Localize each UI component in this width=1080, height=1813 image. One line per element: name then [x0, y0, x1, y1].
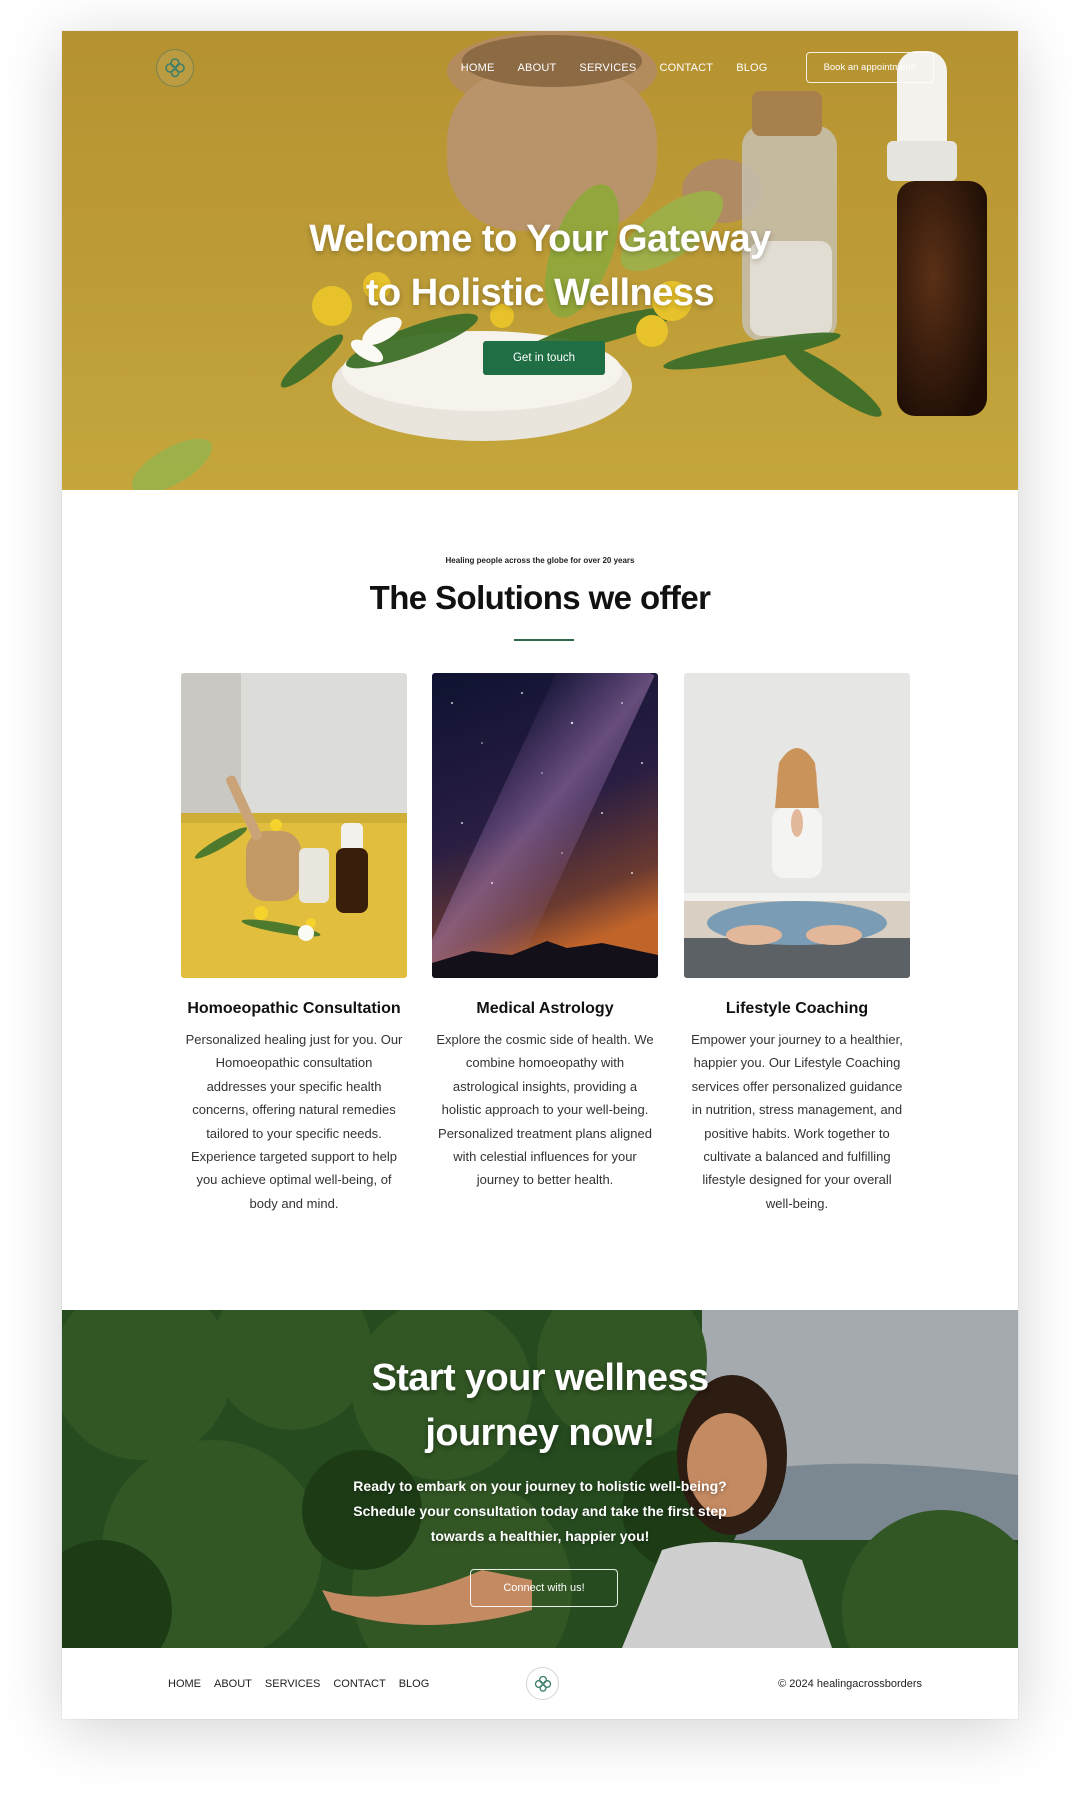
footer-nav-home[interactable]: HOME	[168, 1678, 201, 1690]
footer: HOME ABOUT SERVICES CONTACT BLOG © 2024 …	[62, 1648, 1018, 1719]
card-title: Medical Astrology	[476, 1000, 614, 1017]
cta-text-line-2: Schedule your consultation today and tak…	[353, 1503, 727, 1519]
solutions-eyebrow: Healing people across the globe for over…	[445, 556, 635, 565]
logo[interactable]	[156, 49, 194, 87]
clover-logo-icon	[534, 1675, 551, 1692]
hero-title-line-1: Welcome to Your Gateway	[309, 218, 771, 260]
title-divider	[514, 639, 574, 641]
nav-blog[interactable]: BLOG	[736, 62, 767, 74]
get-in-touch-button[interactable]: Get in touch	[483, 341, 605, 375]
card-description: Explore the cosmic side of health. We co…	[436, 1032, 654, 1188]
cta-title: Start your wellness journey now!	[62, 1351, 1018, 1461]
card-description: Personalized healing just for you. Our H…	[185, 1032, 403, 1211]
solutions-title: The Solutions we offer	[369, 579, 711, 616]
card-description: Empower your journey to a healthier, hap…	[691, 1032, 903, 1211]
nav-home[interactable]: HOME	[461, 62, 495, 74]
book-appointment-button[interactable]: Book an appointment!	[805, 52, 934, 83]
cta-title-line-1: Start your wellness	[371, 1357, 709, 1399]
hero-title: Welcome to Your Gateway to Holistic Well…	[62, 212, 1018, 320]
footer-nav-contact[interactable]: CONTACT	[333, 1678, 385, 1690]
cta-title-line-2: journey now!	[425, 1412, 655, 1454]
service-card-astrology: Medical Astrology Explore the cosmic sid…	[432, 673, 658, 1192]
service-card-lifestyle: Lifestyle Coaching Empower your journey …	[684, 673, 910, 1215]
footer-nav: HOME ABOUT SERVICES CONTACT BLOG	[168, 1678, 442, 1690]
footer-nav-services[interactable]: SERVICES	[265, 1678, 320, 1690]
cta-text: Ready to embark on your journey to holis…	[62, 1474, 1018, 1549]
hero-section: HOME ABOUT SERVICES CONTACT BLOG Book an…	[62, 31, 1018, 490]
footer-nav-blog[interactable]: BLOG	[399, 1678, 430, 1690]
connect-with-us-button[interactable]: Connect with us!	[470, 1569, 618, 1607]
clover-logo-icon	[165, 58, 185, 78]
service-card-homoeopathy: Homoeopathic Consultation Personalized h…	[181, 673, 407, 1215]
main-nav: HOME ABOUT SERVICES CONTACT BLOG Book an…	[438, 52, 934, 83]
footer-nav-about[interactable]: ABOUT	[214, 1678, 252, 1690]
nav-about[interactable]: ABOUT	[518, 62, 557, 74]
nav-services[interactable]: SERVICES	[579, 62, 636, 74]
footer-logo[interactable]	[526, 1667, 559, 1700]
cta-text-line-3: towards a healthier, happier you!	[430, 1528, 650, 1544]
lifestyle-image	[684, 673, 910, 978]
copyright-text: © 2024 healingacrossborders	[778, 1678, 922, 1690]
card-title: Lifestyle Coaching	[725, 1000, 869, 1017]
page-frame: HOME ABOUT SERVICES CONTACT BLOG Book an…	[62, 31, 1018, 1719]
nav-contact[interactable]: CONTACT	[659, 62, 713, 74]
astrology-image	[432, 673, 658, 978]
card-title: Homoeopathic Consultation	[187, 1000, 401, 1017]
cta-text-line-1: Ready to embark on your journey to holis…	[353, 1478, 727, 1494]
hero-title-line-2: to Holistic Wellness	[365, 272, 715, 314]
homoeopathy-image	[181, 673, 407, 978]
